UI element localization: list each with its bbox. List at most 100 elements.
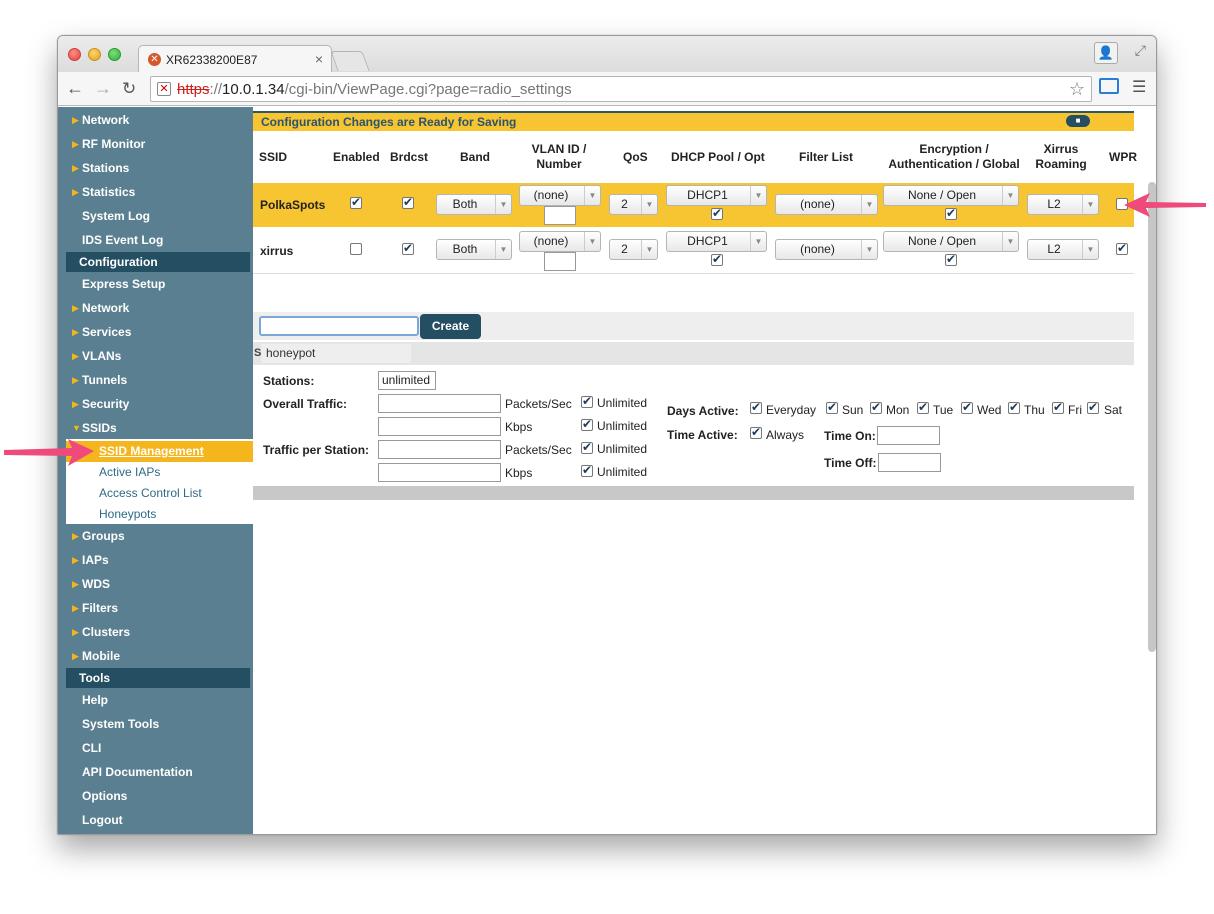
reload-icon[interactable]: ↻ — [122, 79, 136, 99]
enabled-checkbox[interactable] — [350, 197, 362, 209]
encryption-select[interactable]: None / Open ▼ — [883, 185, 1019, 206]
autocomplete-suggestion[interactable]: honeypot — [261, 344, 411, 363]
sidebar-item-ssids[interactable]: ▼ SSIDs — [66, 417, 246, 439]
station-packets-unlimited-checkbox[interactable] — [581, 442, 593, 454]
new-ssid-input[interactable] — [259, 316, 419, 336]
overall-packets-unlimited-checkbox[interactable] — [581, 396, 593, 408]
broadcast-checkbox[interactable] — [402, 243, 414, 255]
sidebar-item-cli[interactable]: CLI — [66, 737, 246, 759]
back-arrow-icon[interactable]: ← — [66, 78, 84, 99]
sidebar-item-rf-monitor[interactable]: ▶ RF Monitor — [66, 133, 246, 155]
dhcp-opt-checkbox[interactable] — [711, 208, 723, 220]
day-checkbox-mon[interactable] — [870, 402, 882, 414]
sidebar-item-stations[interactable]: ▶ Stations — [66, 157, 246, 179]
time-on-input[interactable] — [877, 426, 940, 445]
overall-kbps-input[interactable] — [378, 417, 501, 436]
station-kbps-unlimited-checkbox[interactable] — [581, 465, 593, 477]
wpr-checkbox[interactable] — [1116, 243, 1128, 255]
bookmark-star-icon[interactable]: ☆ — [1069, 79, 1085, 100]
vlan-select[interactable]: (none) ▼ — [519, 185, 601, 206]
sidebar-item-access-control-list[interactable]: Access Control List — [66, 483, 253, 504]
sidebar-item-network[interactable]: ▶ Network — [66, 297, 246, 319]
sidebar-item-tunnels[interactable]: ▶ Tunnels — [66, 369, 246, 391]
sidebar-item-security[interactable]: ▶ Security — [66, 393, 246, 415]
forward-arrow-icon[interactable]: → — [94, 78, 112, 99]
station-kbps-input[interactable] — [378, 463, 501, 482]
overall-packets-input[interactable] — [378, 394, 501, 413]
dhcp-pool-select[interactable]: DHCP1 ▼ — [666, 185, 767, 206]
url-text[interactable]: https://10.0.1.34/cgi-bin/ViewPage.cgi?p… — [177, 81, 572, 98]
insecure-lock-icon[interactable]: ✕ — [157, 82, 171, 96]
encryption-global-checkbox[interactable] — [945, 208, 957, 220]
sidebar-item-network-status[interactable]: ▶ Network — [66, 109, 246, 131]
sidebar-item-api-documentation[interactable]: API Documentation — [66, 761, 246, 783]
window-minimize-button[interactable] — [88, 48, 101, 61]
sidebar-item-iaps[interactable]: ▶ IAPs — [66, 549, 246, 571]
sidebar-item-clusters[interactable]: ▶ Clusters — [66, 621, 246, 643]
sidebar-item-services[interactable]: ▶ Services — [66, 321, 246, 343]
time-off-input[interactable] — [878, 453, 941, 472]
vlan-number-input[interactable] — [544, 206, 576, 225]
ssid-name[interactable]: xirrus — [260, 244, 293, 258]
sidebar-item-wds[interactable]: ▶ WDS — [66, 573, 246, 595]
browser-tab[interactable]: ✕ XR62338200E87 × — [138, 45, 332, 73]
band-select[interactable]: Both ▼ — [436, 194, 512, 215]
window-close-button[interactable] — [68, 48, 81, 61]
day-checkbox-wed[interactable] — [961, 402, 973, 414]
scrollbar[interactable] — [1148, 182, 1156, 652]
sidebar-item-system-log[interactable]: System Log — [66, 205, 246, 227]
sidebar-item-express-setup[interactable]: Express Setup — [66, 273, 246, 295]
dhcp-pool-select[interactable]: DHCP1 ▼ — [666, 231, 767, 252]
ssid-name[interactable]: PolkaSpots — [260, 198, 325, 212]
tab-close-icon[interactable]: × — [315, 51, 323, 67]
encryption-global-checkbox[interactable] — [945, 254, 957, 266]
day-checkbox-thu[interactable] — [1008, 402, 1020, 414]
sidebar-item-statistics[interactable]: ▶ Statistics — [66, 181, 246, 203]
sidebar-item-mobile[interactable]: ▶ Mobile — [66, 645, 246, 667]
sidebar-item-vlans[interactable]: ▶ VLANs — [66, 345, 246, 367]
vlan-number-input[interactable] — [544, 252, 576, 271]
filter-list-select[interactable]: (none) ▼ — [775, 194, 878, 215]
sidebar-item-system-tools[interactable]: System Tools — [66, 713, 246, 735]
sidebar-item-logout[interactable]: Logout — [66, 809, 246, 831]
broadcast-checkbox[interactable] — [402, 197, 414, 209]
day-checkbox-sun[interactable] — [826, 402, 838, 414]
create-button[interactable]: Create — [420, 314, 481, 339]
roaming-select[interactable]: L2 ▼ — [1027, 239, 1099, 260]
filter-list-select[interactable]: (none) ▼ — [775, 239, 878, 260]
day-checkbox-sat[interactable] — [1087, 402, 1099, 414]
sidebar-item-options[interactable]: Options — [66, 785, 246, 807]
sidebar-item-help[interactable]: Help — [66, 689, 246, 711]
cast-icon[interactable] — [1099, 78, 1119, 94]
qos-select[interactable]: 2 ▼ — [609, 239, 658, 260]
vlan-select[interactable]: (none) ▼ — [519, 231, 601, 252]
roaming-select[interactable]: L2 ▼ — [1027, 194, 1099, 215]
save-disk-icon[interactable]: ■ — [1066, 115, 1090, 127]
day-checkbox-tue[interactable] — [917, 402, 929, 414]
day-checkbox-fri[interactable] — [1052, 402, 1064, 414]
sidebar-item-ids-event-log[interactable]: IDS Event Log — [66, 229, 246, 251]
profile-icon[interactable]: 👤 — [1094, 42, 1118, 64]
everyday-checkbox[interactable] — [750, 402, 762, 414]
encryption-select[interactable]: None / Open ▼ — [883, 231, 1019, 252]
section-configuration[interactable]: Configuration — [66, 252, 250, 272]
new-tab-button[interactable] — [330, 51, 370, 71]
dhcp-opt-checkbox[interactable] — [711, 254, 723, 266]
enabled-checkbox[interactable] — [350, 243, 362, 255]
station-packets-input[interactable] — [378, 440, 501, 459]
section-tools[interactable]: Tools — [66, 668, 250, 688]
always-checkbox[interactable] — [750, 427, 762, 439]
stations-input[interactable]: unlimited — [378, 371, 436, 390]
menu-hamburger-icon[interactable]: ☰ — [1132, 77, 1146, 97]
sidebar-item-filters[interactable]: ▶ Filters — [66, 597, 246, 619]
overall-kbps-unlimited-checkbox[interactable] — [581, 419, 593, 431]
fullscreen-icon[interactable]: ⤢ — [1135, 42, 1146, 59]
band-select[interactable]: Both ▼ — [436, 239, 512, 260]
window-zoom-button[interactable] — [108, 48, 121, 61]
sidebar-item-groups[interactable]: ▶ Groups — [66, 525, 246, 547]
table-row[interactable]: PolkaSpots Both▼ (none)▼ 2▼ DHCP1▼ (none… — [253, 183, 1134, 227]
qos-select[interactable]: 2 ▼ — [609, 194, 658, 215]
sidebar-item-honeypots[interactable]: Honeypots — [66, 504, 253, 525]
table-row[interactable]: xirrus Both▼ (none)▼ 2▼ DHCP1▼ (none)▼ N… — [253, 228, 1134, 274]
address-bar[interactable]: ✕ https://10.0.1.34/cgi-bin/ViewPage.cgi… — [150, 76, 1092, 102]
